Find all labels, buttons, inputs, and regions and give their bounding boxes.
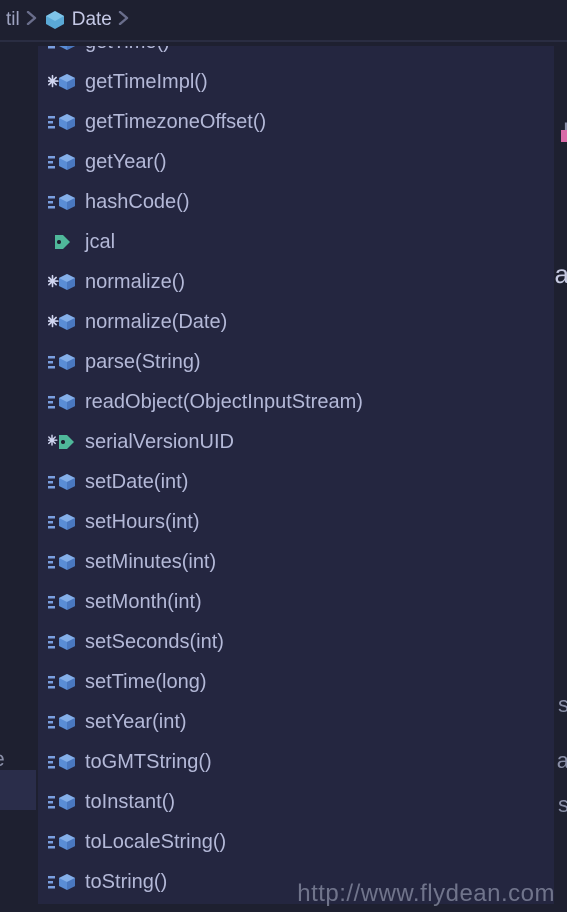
member-label: setDate(int) — [85, 471, 188, 494]
method-private-icon — [48, 310, 76, 334]
method-public-icon — [48, 670, 76, 694]
member-item[interactable]: jcal — [38, 222, 554, 262]
member-label: hashCode() — [85, 191, 190, 214]
member-label: getTime() — [85, 46, 170, 54]
member-label: toInstant() — [85, 791, 175, 814]
method-public-icon — [48, 110, 76, 134]
member-label: normalize() — [85, 271, 185, 294]
member-item[interactable]: toInstant() — [38, 782, 554, 822]
breadcrumb-class[interactable]: Date — [72, 9, 112, 31]
method-public-icon — [48, 750, 76, 774]
bg-text-fragment: a — [557, 748, 567, 774]
member-item[interactable]: getTimezoneOffset() — [38, 102, 554, 142]
member-label: toString() — [85, 871, 167, 894]
bg-text-fragment: a — [555, 259, 567, 290]
member-label: setSeconds(int) — [85, 631, 224, 654]
method-public-icon — [48, 190, 76, 214]
member-item[interactable]: setMonth(int) — [38, 582, 554, 622]
member-label: normalize(Date) — [85, 311, 227, 334]
member-label: toLocaleString() — [85, 831, 226, 854]
method-public-icon — [48, 550, 76, 574]
bg-text-fragment: s — [558, 792, 567, 818]
member-label: setYear(int) — [85, 711, 187, 734]
member-item[interactable]: parse(String) — [38, 342, 554, 382]
bg-text-fragment: s — [558, 692, 567, 718]
member-label: getYear() — [85, 151, 167, 174]
member-label: getTimezoneOffset() — [85, 111, 266, 134]
bg-selection-strip — [0, 770, 36, 810]
member-label: setMinutes(int) — [85, 551, 216, 574]
method-public-icon — [48, 150, 76, 174]
member-item[interactable]: setYear(int) — [38, 702, 554, 742]
method-public-icon — [48, 510, 76, 534]
member-label: setHours(int) — [85, 511, 199, 534]
method-public-icon — [48, 830, 76, 854]
member-label: parse(String) — [85, 351, 201, 374]
member-label: getTimeImpl() — [85, 71, 208, 94]
member-item[interactable]: serialVersionUID — [38, 422, 554, 462]
member-label: setTime(long) — [85, 671, 207, 694]
breadcrumb-package[interactable]: til — [6, 9, 20, 31]
method-public-icon — [48, 46, 76, 54]
field-tag-icon — [48, 230, 76, 254]
method-public-deprecated-icon — [48, 350, 76, 374]
member-item[interactable]: normalize(Date) — [38, 302, 554, 342]
member-item[interactable]: getYear() — [38, 142, 554, 182]
method-public-icon — [48, 590, 76, 614]
method-private-icon — [48, 70, 76, 94]
chevron-right-icon — [26, 9, 38, 31]
member-item[interactable]: setSeconds(int) — [38, 622, 554, 662]
breadcrumb[interactable]: til Date — [0, 0, 567, 42]
member-item[interactable]: getTime() — [38, 46, 554, 62]
class-icon — [44, 9, 66, 31]
member-item[interactable]: toGMTString() — [38, 742, 554, 782]
member-item[interactable]: setMinutes(int) — [38, 542, 554, 582]
method-public-icon — [48, 870, 76, 894]
member-item[interactable]: hashCode() — [38, 182, 554, 222]
member-item[interactable]: normalize() — [38, 262, 554, 302]
method-public-icon — [48, 630, 76, 654]
member-item[interactable]: setTime(long) — [38, 662, 554, 702]
chevron-right-icon — [118, 9, 130, 31]
member-item[interactable]: readObject(ObjectInputStream) — [38, 382, 554, 422]
member-label: setMonth(int) — [85, 591, 202, 614]
members-dropdown[interactable]: getTime() getTimeImpl() getTimezoneOffset(… — [38, 46, 554, 904]
member-label: readObject(ObjectInputStream) — [85, 391, 363, 414]
field-tag-private-icon — [48, 430, 76, 454]
bg-text-fragment: e — [0, 748, 5, 772]
member-label: toGMTString() — [85, 751, 212, 774]
member-item[interactable]: setDate(int) — [38, 462, 554, 502]
member-label: serialVersionUID — [85, 431, 234, 454]
method-public-icon — [48, 710, 76, 734]
member-item[interactable]: setHours(int) — [38, 502, 554, 542]
change-marker — [561, 130, 567, 142]
method-public-icon — [48, 790, 76, 814]
member-label: jcal — [85, 231, 115, 254]
method-private-icon — [48, 270, 76, 294]
member-item[interactable]: getTimeImpl() — [38, 62, 554, 102]
method-public-icon — [48, 470, 76, 494]
method-public-icon — [48, 390, 76, 414]
member-item[interactable]: toLocaleString() — [38, 822, 554, 862]
watermark: http://www.flydean.com — [297, 880, 555, 908]
